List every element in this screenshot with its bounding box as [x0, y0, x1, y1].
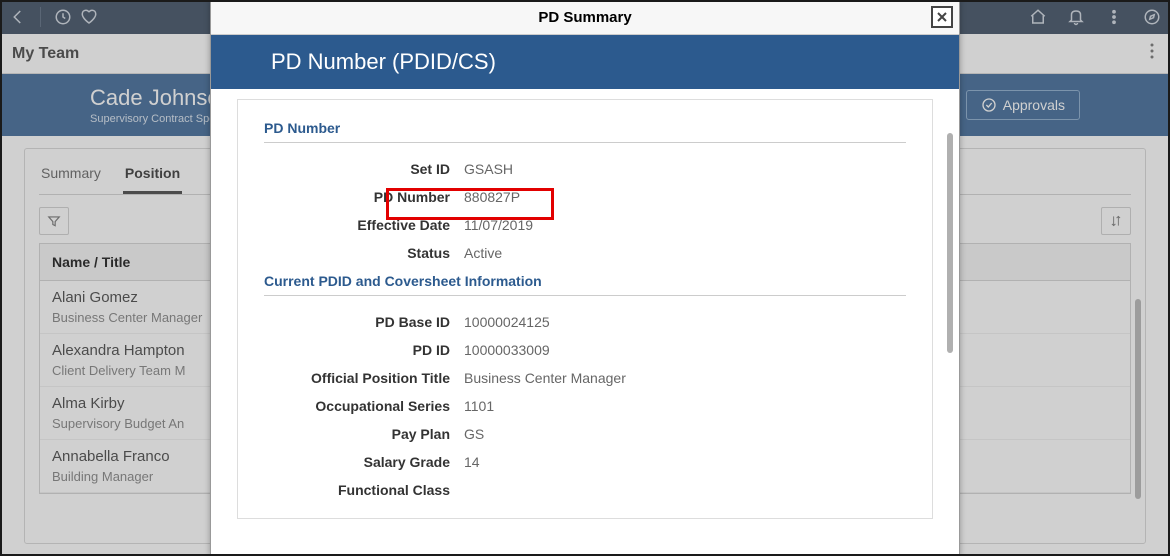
label-functional-class: Functional Class — [264, 482, 464, 498]
value-salary-grade: 14 — [464, 454, 480, 470]
label-pd-base-id: PD Base ID — [264, 314, 464, 330]
label-occ-series: Occupational Series — [264, 398, 464, 414]
modal-overlay: PD Summary PD Number (PDID/CS) PD Number… — [0, 0, 1170, 556]
label-effective-date: Effective Date — [264, 217, 464, 233]
label-pd-number: PD Number — [264, 189, 464, 205]
modal: PD Summary PD Number (PDID/CS) PD Number… — [210, 0, 960, 556]
modal-titlebar: PD Summary — [211, 1, 959, 35]
label-pay-plan: Pay Plan — [264, 426, 464, 442]
value-effective-date: 11/07/2019 — [464, 217, 533, 233]
value-pd-base-id: 10000024125 — [464, 314, 550, 330]
value-set-id: GSASH — [464, 161, 513, 177]
value-status: Active — [464, 245, 502, 261]
value-official-title: Business Center Manager — [464, 370, 626, 386]
modal-body: PD Number Set IDGSASH PD Number880827P E… — [211, 89, 959, 555]
value-pd-number: 880827P — [464, 189, 520, 205]
modal-subtitle: PD Number (PDID/CS) — [211, 35, 959, 89]
value-occ-series: 1101 — [464, 398, 494, 414]
value-pay-plan: GS — [464, 426, 484, 442]
label-set-id: Set ID — [264, 161, 464, 177]
close-button[interactable] — [931, 6, 953, 28]
section-pd-number: PD Number — [264, 120, 906, 143]
label-salary-grade: Salary Grade — [264, 454, 464, 470]
label-pd-id: PD ID — [264, 342, 464, 358]
section-pdid-coversheet: Current PDID and Coversheet Information — [264, 273, 906, 296]
value-pd-id: 10000033009 — [464, 342, 550, 358]
modal-scrollbar[interactable] — [947, 133, 953, 353]
label-status: Status — [264, 245, 464, 261]
modal-title: PD Summary — [538, 9, 631, 26]
label-official-title: Official Position Title — [264, 370, 464, 386]
